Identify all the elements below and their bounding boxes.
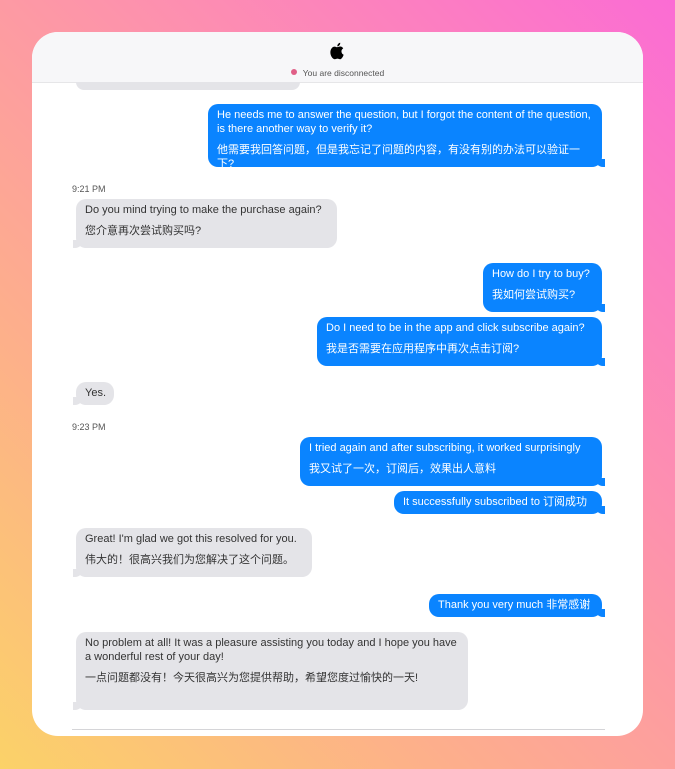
chat-window: You are disconnected He needs me to answ… xyxy=(32,32,643,736)
message-text-zh: 一点问题都没有！今天很高兴为您提供帮助，希望您度过愉快的一天! xyxy=(85,672,419,684)
message-text-en: It successfully subscribed to 订阅成功 xyxy=(403,496,588,508)
timestamp: 9:23 PM xyxy=(72,422,106,432)
message-text-en: Great! I'm glad we got this resolved for… xyxy=(85,533,297,545)
message-bubble-sent[interactable]: Thank you very much 非常感谢 xyxy=(429,594,605,617)
message-text-en: Thank you very much 非常感谢 xyxy=(438,599,591,611)
message-bubble-received[interactable]: No problem at all! It was a pleasure ass… xyxy=(73,632,468,710)
message-bubble-received[interactable]: Yes. xyxy=(73,382,114,405)
message-bubble-sent[interactable]: It successfully subscribed to 订阅成功 xyxy=(394,491,605,514)
message-text-zh: 您介意再次尝试购买吗? xyxy=(85,225,202,237)
message-text-zh: 他需要我回答问题，但是我忘记了问题的内容，有没有别的办法可以验证一下? xyxy=(217,144,580,170)
message-bubble-received[interactable]: Great! I'm glad we got this resolved for… xyxy=(73,528,312,577)
message-text-en: Yes. xyxy=(85,387,107,399)
message-bubble-received[interactable]: Do you mind trying to make the purchase … xyxy=(73,199,337,248)
message-text-zh: 我是否需要在应用程序中再次点击订阅? xyxy=(326,343,520,355)
message-text-zh: 我又试了一次，订阅后，效果出人意料 xyxy=(309,463,496,475)
message-text-en: No problem at all! It was a pleasure ass… xyxy=(85,637,457,663)
connection-status: You are disconnected xyxy=(32,67,643,78)
status-text: You are disconnected xyxy=(302,67,385,78)
message-bubble-sent[interactable]: Do I need to be in the app and click sub… xyxy=(317,317,605,366)
apple-logo-icon xyxy=(330,42,344,60)
message-text-en: How do I try to buy? xyxy=(492,268,590,280)
bottom-divider xyxy=(72,729,605,730)
message-text-zh: 伟大的！很高兴我们为您解决了这个问题。 xyxy=(85,554,294,566)
timestamp: 9:21 PM xyxy=(72,184,106,194)
message-text-zh: 我如何尝试购买? xyxy=(492,289,576,301)
message-text-en: He needs me to answer the question, but … xyxy=(217,109,591,135)
chat-header: You are disconnected xyxy=(32,32,643,83)
message-text-en: Do you mind trying to make the purchase … xyxy=(85,204,322,216)
message-text-en: Do I need to be in the app and click sub… xyxy=(326,322,585,334)
message-bubble-sent[interactable]: How do I try to buy? 我如何尝试购买? xyxy=(483,263,605,312)
previous-message-bubble xyxy=(76,82,300,90)
status-dot-icon xyxy=(290,68,297,75)
message-bubble-sent[interactable]: I tried again and after subscribing, it … xyxy=(300,437,605,486)
message-text-en: I tried again and after subscribing, it … xyxy=(309,442,581,454)
message-bubble-sent[interactable]: He needs me to answer the question, but … xyxy=(208,104,605,170)
